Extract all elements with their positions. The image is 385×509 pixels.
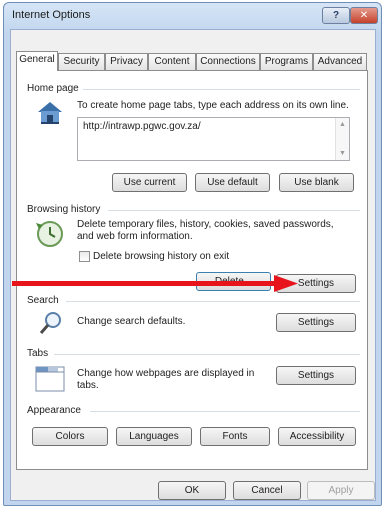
- appearance-divider: [90, 411, 360, 412]
- search-description: Change search defaults.: [77, 316, 186, 327]
- home-page-section-label: Home page: [27, 83, 83, 94]
- tab-programs[interactable]: Programs: [260, 53, 313, 70]
- browsing-history-divider: [108, 210, 360, 211]
- tab-security[interactable]: Security: [58, 53, 105, 70]
- apply-button[interactable]: Apply: [307, 481, 375, 500]
- tab-advanced[interactable]: Advanced: [313, 53, 367, 70]
- scroll-up-arrow-icon[interactable]: ▲: [339, 121, 346, 128]
- languages-button[interactable]: Languages: [116, 427, 192, 446]
- tabs-section-label: Tabs: [27, 348, 53, 359]
- browsing-history-description-line2: and web form information.: [77, 231, 193, 242]
- browsing-history-description-line1: Delete temporary files, history, cookies…: [77, 219, 334, 230]
- help-button[interactable]: ?: [322, 7, 350, 24]
- home-page-icon: [38, 102, 62, 124]
- home-page-url-textarea[interactable]: http://intrawp.pgwc.gov.za/ ▲ ▼: [77, 117, 350, 161]
- accessibility-button[interactable]: Accessibility: [278, 427, 356, 446]
- home-page-scrollbar[interactable]: ▲ ▼: [335, 118, 349, 160]
- tabs-description-line1: Change how webpages are displayed in: [77, 368, 255, 379]
- use-blank-button[interactable]: Use blank: [279, 173, 354, 192]
- search-magnifier-icon: [39, 312, 61, 334]
- appearance-section-label: Appearance: [27, 405, 85, 416]
- browsing-history-section-label: Browsing history: [27, 204, 105, 215]
- colors-button[interactable]: Colors: [32, 427, 108, 446]
- window-title: Internet Options: [12, 9, 91, 21]
- home-page-url-value: http://intrawp.pgwc.gov.za/: [83, 121, 201, 132]
- scroll-down-arrow-icon[interactable]: ▼: [339, 150, 346, 157]
- tab-general[interactable]: General: [16, 51, 58, 71]
- home-page-description: To create home page tabs, type each addr…: [77, 100, 349, 111]
- title-bar[interactable]: Internet Options ? ✕: [4, 3, 381, 29]
- search-divider: [66, 301, 360, 302]
- tabs-window-icon: [35, 366, 65, 392]
- cancel-button[interactable]: Cancel: [233, 481, 301, 500]
- tabs-divider: [54, 354, 360, 355]
- use-current-button[interactable]: Use current: [112, 173, 187, 192]
- tab-privacy[interactable]: Privacy: [105, 53, 148, 70]
- browsing-history-icon: [36, 221, 63, 247]
- tab-connections[interactable]: Connections: [196, 53, 260, 70]
- tabs-settings-button[interactable]: Settings: [276, 366, 356, 385]
- fonts-button[interactable]: Fonts: [200, 427, 270, 446]
- ok-button[interactable]: OK: [158, 481, 226, 500]
- red-annotation-arrow: [12, 275, 298, 292]
- search-section-label: Search: [27, 295, 63, 306]
- home-page-divider: [80, 89, 360, 90]
- tab-content[interactable]: Content: [148, 53, 196, 70]
- close-button[interactable]: ✕: [350, 7, 378, 24]
- tabs-description-line2: tabs.: [77, 380, 99, 391]
- delete-history-on-exit-checkbox[interactable]: [79, 251, 90, 262]
- use-default-button[interactable]: Use default: [195, 173, 270, 192]
- delete-history-on-exit-label[interactable]: Delete browsing history on exit: [93, 251, 229, 263]
- search-settings-button[interactable]: Settings: [276, 313, 356, 332]
